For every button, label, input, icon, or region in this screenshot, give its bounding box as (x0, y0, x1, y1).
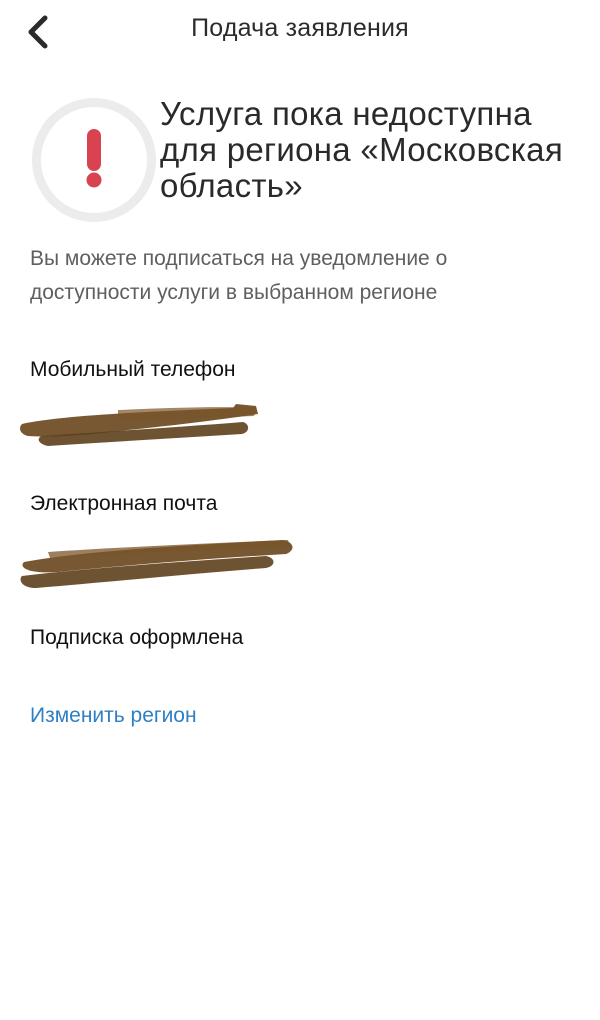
email-label: Электронная почта (30, 492, 218, 515)
change-region-link[interactable]: Изменить регион (30, 704, 197, 728)
subscription-status: Подписка оформлена (30, 626, 244, 649)
header: Подача заявления (0, 0, 600, 64)
page-title: Подача заявления (191, 14, 409, 42)
description-text: Вы можете подписаться на уведомление о д… (30, 247, 448, 304)
phone-value-redacted (20, 404, 258, 446)
status-icon (32, 98, 156, 222)
email-value-redacted (20, 540, 293, 588)
exclamation-icon (86, 129, 102, 188)
phone-label: Мобильный телефон (30, 358, 236, 381)
status-message: Услуга пока недоступна для региона «Моск… (160, 95, 563, 204)
